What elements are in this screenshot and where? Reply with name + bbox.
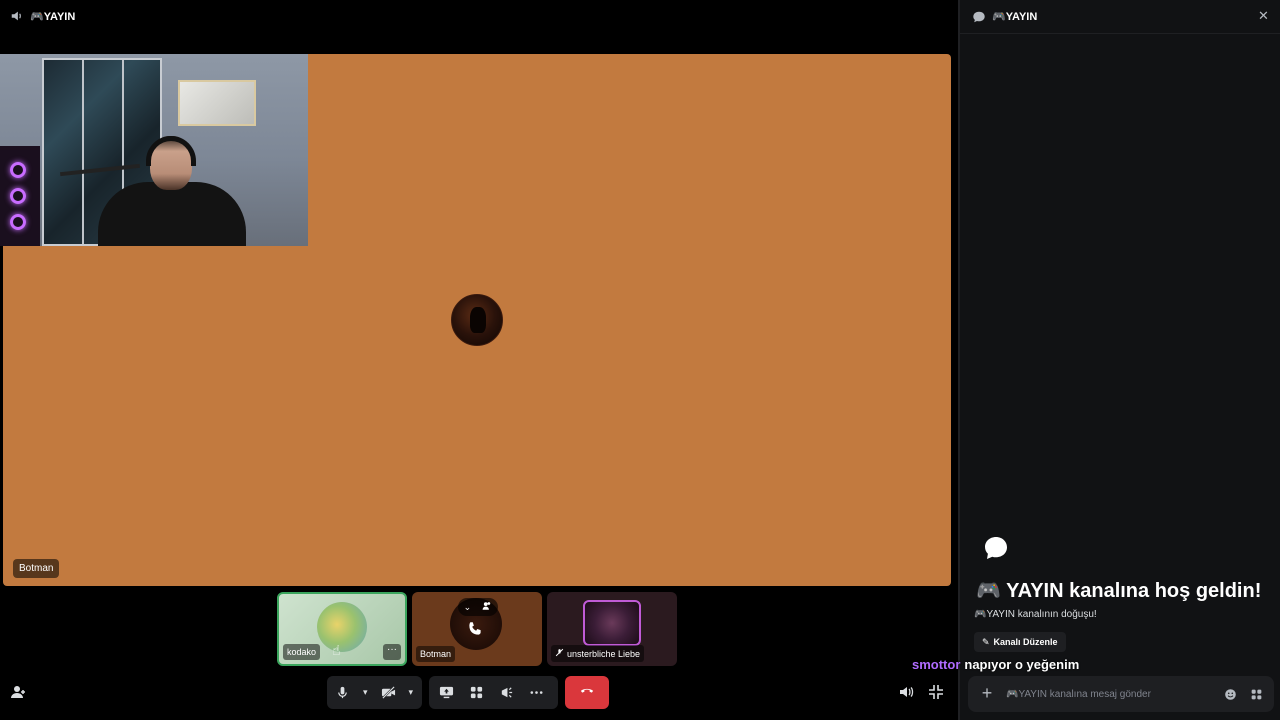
hangup-button[interactable]	[565, 676, 609, 709]
camera-options-chevron-icon[interactable]: ▾	[406, 682, 416, 704]
mic-options-chevron-icon[interactable]: ▾	[360, 682, 370, 704]
emoji-icon[interactable]	[1222, 686, 1238, 702]
webcam-overlay	[0, 54, 308, 246]
stage-avatar	[451, 294, 503, 346]
hangup-icon	[580, 683, 594, 702]
webcam-person-body	[98, 182, 246, 246]
apps-icon[interactable]	[1248, 686, 1264, 702]
chat-header-title: 🎮YAYIN	[992, 11, 1038, 23]
kodako-avatar	[317, 602, 367, 652]
participant-tile-botman[interactable]: ⌄ Botman	[412, 592, 542, 666]
overlay-username: smottor	[912, 657, 961, 672]
chat-bubble-icon	[982, 534, 1010, 562]
tile-name-label: kodako	[283, 644, 321, 660]
call-channel-title: 🎮YAYIN	[30, 10, 76, 23]
audio-video-controls: ▾ ▾	[327, 676, 422, 709]
edit-channel-button[interactable]: ✎ Kanalı Düzenle	[974, 632, 1066, 652]
screen-share-icon[interactable]	[435, 682, 457, 704]
tile-name-label: Botman	[416, 646, 456, 662]
message-input[interactable]	[1006, 688, 1212, 700]
close-icon[interactable]: ✕	[1258, 9, 1270, 22]
camera-off-icon[interactable]	[379, 682, 398, 704]
tile-name-label: unsterbliche Liebe	[551, 645, 645, 662]
stage-participant-name: Botman	[13, 559, 60, 578]
speaker-icon	[10, 9, 24, 23]
volume-icon[interactable]	[898, 684, 916, 702]
chevron-down-icon[interactable]: ⌄	[464, 602, 472, 613]
more-icon[interactable]	[525, 682, 547, 704]
chat-bubble-icon	[972, 10, 986, 24]
voice-call-area: 🎮YAYIN Botman kodako ··· ⌄ Botman unster…	[0, 0, 955, 720]
tile-popout-controls[interactable]: ⌄	[458, 598, 498, 616]
plus-icon[interactable]: +	[978, 684, 996, 703]
muted-mic-icon	[555, 648, 564, 659]
welcome-subtitle: 🎮YAYIN kanalının doğuşu!	[974, 609, 1097, 620]
phone-icon	[466, 620, 484, 643]
stream-overlay-message: smottor napıyor o yeğenim	[912, 657, 1079, 672]
chat-panel: 🎮YAYIN ✕ 🎮 YAYIN kanalına hoş geldin! 🎮Y…	[958, 0, 1280, 720]
pencil-icon: ✎	[982, 636, 990, 647]
soundboard-icon[interactable]	[495, 682, 517, 704]
activities-icon[interactable]	[465, 682, 487, 704]
unsterbliche-liebe-avatar	[583, 600, 641, 646]
participant-tile-unsterbliche-liebe[interactable]: unsterbliche Liebe	[547, 592, 677, 666]
hand-cursor-icon: ☝	[332, 642, 341, 658]
chat-header: 🎮YAYIN	[960, 0, 1280, 34]
activity-controls	[429, 676, 558, 709]
invite-icon[interactable]	[10, 684, 28, 702]
participant-tile-kodako[interactable]: kodako ···	[277, 592, 407, 666]
message-composer: +	[968, 676, 1274, 712]
welcome-title: 🎮 YAYIN kanalına hoş geldin!	[976, 580, 1262, 602]
webcam-background-pc	[0, 146, 40, 246]
user-group-icon[interactable]	[482, 601, 492, 613]
microphone-icon[interactable]	[333, 682, 352, 704]
overlay-message-text: napıyor o yeğenim	[964, 657, 1080, 672]
call-header: 🎮YAYIN	[0, 0, 955, 32]
exit-fullscreen-icon[interactable]	[928, 684, 946, 702]
tile-more-button[interactable]: ···	[383, 644, 401, 660]
webcam-background-poster	[178, 80, 256, 126]
